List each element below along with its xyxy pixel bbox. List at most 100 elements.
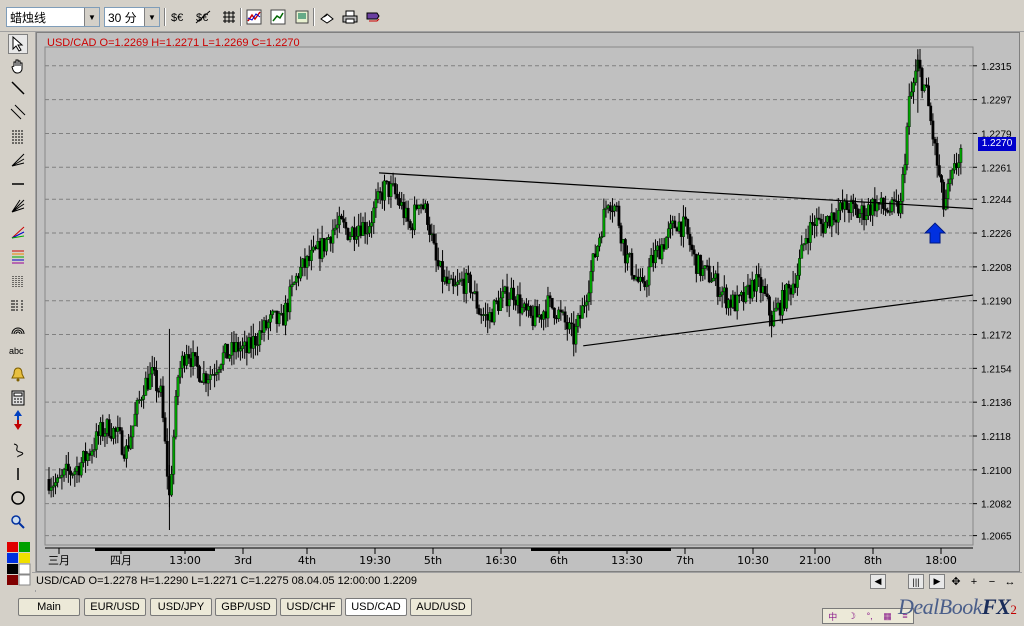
wave-icon[interactable] [8, 440, 28, 460]
y-tick-label: 1.2315 [981, 62, 1012, 73]
candle-body [602, 209, 606, 237]
scroll-left-button[interactable]: ◀ [870, 574, 886, 589]
hand-icon[interactable] [8, 56, 28, 76]
candle-body [269, 314, 272, 323]
candle-body [937, 165, 941, 176]
candle-body [744, 286, 748, 303]
tray-dot-icon[interactable]: °, [867, 611, 873, 621]
candle-body [823, 221, 827, 234]
candle-body [374, 199, 378, 209]
candle-body [499, 297, 503, 311]
candle-body [935, 143, 939, 166]
print-icon[interactable] [340, 8, 360, 26]
timeframe-select[interactable]: 30 分 ▼ [104, 7, 160, 27]
candle-body [331, 229, 335, 244]
x-tick-label: 13:30 [611, 554, 643, 567]
candle-body [529, 306, 533, 317]
candle-body [383, 180, 386, 201]
ohlc-label: USD/CAD O=1.2269 H=1.2271 L=1.2269 C=1.2… [47, 37, 300, 49]
zoom-icon[interactable] [8, 512, 28, 532]
tab-main[interactable]: Main [18, 598, 80, 616]
expand-icon[interactable]: ↔ [1002, 574, 1018, 589]
open-icon[interactable] [317, 8, 337, 26]
candle-body [950, 169, 954, 180]
horizontal-line-icon[interactable] [8, 174, 28, 194]
candle-body [69, 470, 72, 475]
ime-icon[interactable]: 中 [828, 610, 837, 623]
tray-moon-icon[interactable]: ☽ [848, 611, 856, 622]
tab-label: Main [37, 601, 61, 613]
grid-levels-icon[interactable] [8, 272, 28, 292]
toolbar-divider [240, 8, 242, 26]
pan-icon[interactable]: ✥ [948, 574, 964, 589]
trendline-icon[interactable] [8, 78, 28, 98]
fan-icon[interactable] [8, 150, 28, 170]
y-tick-label: 1.2208 [981, 263, 1012, 274]
text-abc-icon[interactable]: abc [8, 340, 28, 360]
template-icon[interactable] [292, 8, 312, 26]
price-chart[interactable]: 1.2315 1.2297 1.2279 1.2261 1.2244 1.2226 1.22… [36, 32, 1020, 572]
candle-body [395, 193, 399, 199]
top-toolbar: 蜡烛线 ▼ 30 分 ▼ $€ $€ [0, 0, 1024, 32]
fib-timezone-icon[interactable] [8, 296, 28, 316]
crosshair-grid-icon[interactable] [219, 8, 239, 26]
candle-body [103, 433, 107, 437]
chart-properties-icon[interactable] [268, 8, 288, 26]
svg-text:$€: $€ [171, 12, 183, 24]
candle-body [368, 226, 371, 234]
candle-body [198, 366, 201, 382]
speed-resistance-icon[interactable] [8, 222, 28, 242]
candle-body [716, 273, 720, 297]
candle-body [808, 222, 812, 243]
candle-body [131, 425, 135, 438]
tray-keyboard-icon[interactable]: ▦ [883, 611, 892, 622]
up-down-arrow-icon[interactable] [8, 410, 28, 430]
candle-body [507, 298, 511, 307]
scroll-right-button[interactable]: ▶ [929, 574, 945, 589]
color-palette-icon[interactable] [6, 540, 32, 588]
candle-body [641, 276, 644, 282]
vertical-line-icon[interactable] [8, 464, 28, 484]
currency-icon[interactable]: $€ [168, 8, 188, 26]
fibonacci-icon[interactable] [8, 126, 28, 146]
zoom-in-button[interactable]: + [966, 574, 982, 589]
candle-body [355, 236, 358, 240]
chevron-down-icon[interactable]: ▼ [144, 8, 159, 26]
tab-aud-usd[interactable]: AUD/USD [410, 598, 472, 616]
channel-icon[interactable] [8, 102, 28, 122]
calculator-icon[interactable] [8, 388, 28, 408]
circle-icon[interactable] [8, 488, 28, 508]
tab-usd-cad[interactable]: USD/CAD [345, 598, 407, 616]
tab-usd-chf[interactable]: USD/CHF [280, 598, 342, 616]
zoom-out-button[interactable]: − [984, 574, 1000, 589]
tab-gbp-usd[interactable]: GBP/USD [215, 598, 277, 616]
candle-body [475, 291, 479, 309]
candle-body [129, 436, 133, 449]
alert-bell-icon[interactable] [8, 364, 28, 384]
candle-body [292, 282, 296, 285]
indicator-icon[interactable] [244, 8, 264, 26]
candle-body [684, 216, 687, 220]
arc-icon[interactable] [8, 318, 28, 338]
candle-body [787, 284, 791, 289]
candle-body [548, 295, 552, 299]
tab-eur-usd[interactable]: EUR/USD [84, 598, 146, 616]
cursor-icon[interactable] [8, 34, 28, 54]
candle-body [299, 267, 303, 279]
candle-body [664, 237, 668, 250]
candle-body [464, 272, 468, 294]
chevron-down-icon[interactable]: ▼ [84, 8, 99, 26]
settings-icon[interactable] [363, 8, 383, 26]
chart-type-select[interactable]: 蜡烛线 ▼ [6, 7, 100, 27]
currency-strike-icon[interactable]: $€ [193, 8, 213, 26]
candle-body [195, 355, 199, 367]
scroll-thumb[interactable]: ||| [908, 574, 924, 589]
retracement-icon[interactable] [8, 196, 28, 216]
candle-body [408, 221, 412, 228]
candle-body [62, 469, 66, 476]
candle-body [692, 249, 696, 255]
color-levels-icon[interactable] [8, 246, 28, 266]
tab-usd-jpy[interactable]: USD/JPY [150, 598, 212, 616]
candle-body [79, 462, 83, 476]
candle-body [552, 307, 556, 319]
